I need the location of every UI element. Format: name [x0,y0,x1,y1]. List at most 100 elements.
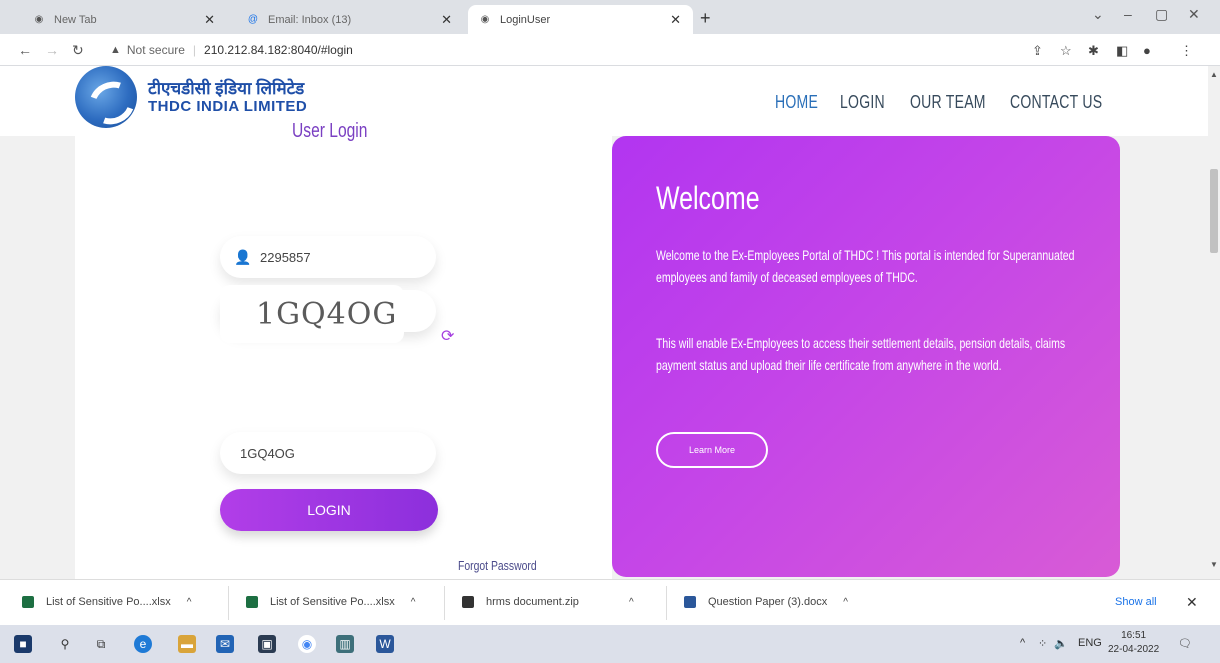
language-indicator[interactable]: ENG [1078,637,1102,649]
site-header: टीएचडीसी इंडिया लिमिटेड THDC INDIA LIMIT… [0,66,1208,136]
download-filename: List of Sensitive Po....xlsx [46,596,171,608]
downloads-bar: List of Sensitive Po....xlsx ^ List of S… [0,579,1220,625]
username-value: 2295857 [260,249,311,265]
user-login-title: User Login [292,120,368,142]
welcome-paragraph-2: This will enable Ex-Employees to access … [656,335,1066,373]
username-field[interactable]: 👤 2295857 [220,236,436,278]
login-button[interactable]: LOGIN [220,489,438,531]
browser-tab[interactable]: @ Email: Inbox (13) ✕ [236,5,464,34]
warning-icon: ▲ [110,44,121,56]
tab-title: New Tab [54,13,97,26]
chevron-up-icon[interactable]: ^ [629,597,634,608]
tab-title: Email: Inbox (13) [268,13,352,26]
volume-icon[interactable]: 🔈 [1054,637,1068,650]
download-item[interactable]: Question Paper (3).docx ^ [684,596,848,608]
edge-icon[interactable]: e [134,635,152,653]
reload-icon[interactable]: ↻ [72,42,84,59]
close-tab-icon[interactable]: ✕ [441,12,452,28]
profile-avatar-icon[interactable]: ● [1143,43,1151,58]
app-icon[interactable]: ▣ [258,635,276,653]
close-window-icon[interactable]: ✕ [1188,6,1200,23]
new-tab-icon[interactable]: + [700,8,711,29]
search-icon[interactable]: ⚲ [56,635,74,653]
welcome-paragraph-1: Welcome to the Ex-Employees Portal of TH… [656,247,1075,285]
chevron-up-icon[interactable]: ^ [411,597,416,608]
logo-hindi-text: टीएचडीसी इंडिया लिमिटेड [148,79,305,98]
chrome-icon: ◉ [34,14,44,25]
browser-tab[interactable]: ◉ New Tab ✕ [22,5,227,34]
share-icon[interactable]: ⇪ [1032,43,1043,59]
page-scrollbar[interactable]: ▲ ▼ [1208,66,1220,579]
network-icon[interactable]: ⁘ [1038,637,1047,650]
forgot-password-link[interactable]: Forgot Password [458,558,537,573]
url-text: 210.212.84.182:8040/#login [204,43,353,57]
clock-time: 16:51 [1121,630,1147,641]
zip-file-icon [462,596,474,608]
start-windows-icon[interactable]: ■ [14,635,32,653]
word-file-icon [684,596,696,608]
mail-icon[interactable]: ✉ [216,635,234,653]
tray-chevron-icon[interactable]: ^ [1020,637,1025,649]
thdc-logo-icon[interactable] [75,66,137,128]
divider [444,586,445,620]
excel-file-icon [246,596,258,608]
tab-title: LoginUser [500,13,551,26]
notifications-icon[interactable]: 🗨 [1178,637,1192,650]
file-explorer-icon[interactable]: ▬ [178,635,196,653]
address-bar: ← → ↻ ▲ Not secure | 210.212.84.182:8040… [0,34,1220,66]
maximize-icon[interactable]: ▢ [1155,6,1168,23]
nav-login[interactable]: LOGIN [840,92,885,113]
close-downloads-icon[interactable]: ✕ [1186,594,1198,611]
captcha-input[interactable]: 1GQ4OG [220,432,436,474]
close-tab-icon[interactable]: ✕ [204,12,215,28]
sidepanel-icon[interactable]: ◧ [1116,43,1128,59]
divider: | [192,43,197,57]
globe-icon: ◉ [480,14,490,25]
chevron-up-icon[interactable]: ^ [187,597,192,608]
task-view-icon[interactable]: ⧉ [92,635,110,653]
browser-tab-active[interactable]: ◉ LoginUser ✕ [468,5,693,34]
learn-more-button[interactable]: Learn More [656,432,768,468]
windows-taskbar: ■ ⚲ ⧉ e ▬ ✉ ▣ ◉ ▥ W ^ ⁘ 🔈 ENG 16:51 22-0… [0,625,1220,663]
scroll-up-icon[interactable]: ▲ [1210,70,1218,79]
minimize-icon[interactable]: – [1124,6,1132,22]
back-icon[interactable]: ← [18,42,32,58]
forward-icon[interactable]: → [45,42,59,58]
email-icon: @ [247,14,259,25]
nav-our-team[interactable]: OUR TEAM [910,92,986,113]
download-item[interactable]: List of Sensitive Po....xlsx ^ [246,596,415,608]
download-filename: Question Paper (3).docx [708,596,828,608]
star-icon[interactable]: ☆ [1060,43,1072,59]
welcome-heading: Welcome [656,180,760,216]
nav-home[interactable]: HOME [775,92,818,113]
logo-english-text: THDC INDIA LIMITED [148,98,308,115]
download-filename: List of Sensitive Po....xlsx [270,596,395,608]
system-clock[interactable]: 16:51 22-04-2022 [1108,629,1159,657]
refresh-captcha-icon[interactable]: ⟳ [441,326,454,346]
welcome-panel: Welcome Welcome to the Ex-Employees Port… [612,136,1120,577]
close-tab-icon[interactable]: ✕ [670,12,681,28]
captcha-image: 1GQ4OG [220,285,404,343]
word-taskbar-icon[interactable]: W [376,635,394,653]
download-item[interactable]: List of Sensitive Po....xlsx ^ [22,596,191,608]
menu-kebab-icon[interactable]: ⋮ [1180,43,1193,59]
browser-tabstrip: ◉ New Tab ✕ @ Email: Inbox (13) ✕ ◉ Logi… [0,0,1220,34]
user-icon: 👤 [234,248,252,265]
scroll-down-icon[interactable]: ▼ [1210,560,1218,569]
excel-file-icon [22,596,34,608]
url-omnibox[interactable]: ▲ Not secure | 210.212.84.182:8040/#logi… [110,38,990,62]
download-item[interactable]: hrms document.zip ^ [462,596,634,608]
divider [666,586,667,620]
app-icon[interactable]: ▥ [336,635,354,653]
clock-date: 22-04-2022 [1108,644,1160,655]
divider [228,586,229,620]
show-all-link[interactable]: Show all [1115,596,1157,608]
nav-contact-us[interactable]: CONTACT US [1010,92,1102,113]
captcha-input-value: 1GQ4OG [240,445,295,461]
download-filename: hrms document.zip [486,596,579,608]
chevron-up-icon[interactable]: ^ [843,597,848,608]
scrollbar-thumb[interactable] [1210,169,1218,253]
chevron-down-icon[interactable]: ⌄ [1092,6,1104,23]
chrome-taskbar-icon[interactable]: ◉ [298,635,316,653]
extensions-icon[interactable]: ✱ [1088,43,1099,59]
